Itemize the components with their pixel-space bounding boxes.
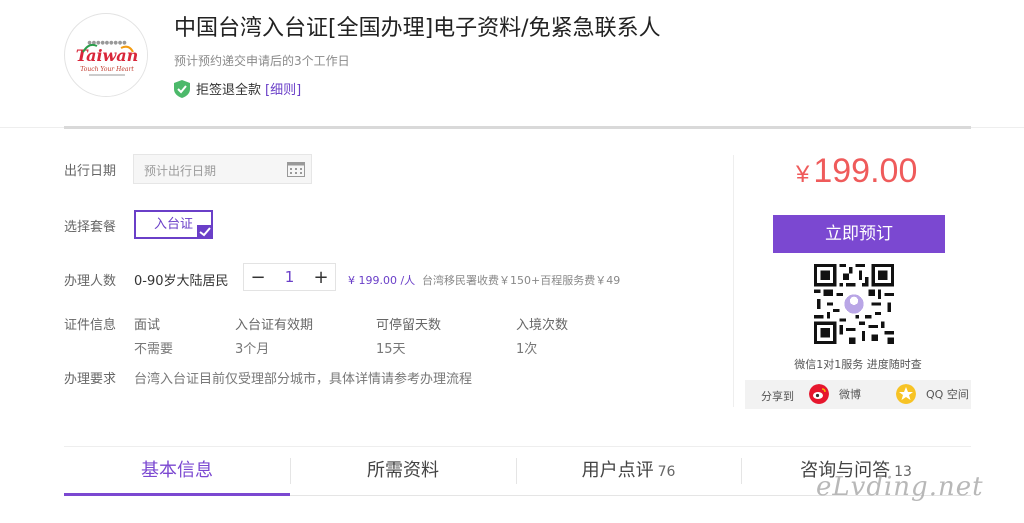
- weibo-icon: [809, 384, 829, 404]
- tab-basic-info[interactable]: 基本信息: [64, 456, 290, 486]
- qr-caption: 微信1对1服务 进度随时查: [794, 358, 922, 371]
- tab-basic-info-label: 基本信息: [141, 460, 213, 481]
- weibo-label: 微博: [839, 388, 861, 401]
- section-divider: [64, 126, 971, 129]
- price: ¥199.00: [796, 152, 917, 191]
- taiwan-logo-icon: ●●●●●●●●● Taiwan Touch Your Heart: [66, 15, 147, 96]
- tab-user-reviews[interactable]: 用户点评 76: [516, 456, 741, 486]
- person-type: 0-90岁大陆居民: [134, 274, 229, 289]
- product-header: ●●●●●●●●● Taiwan Touch Your Heart 中国台湾入台…: [0, 0, 1024, 128]
- qzone-label: QQ 空间: [926, 388, 969, 401]
- share-weibo[interactable]: 微博: [809, 384, 861, 404]
- quantity-value[interactable]: 1: [272, 268, 307, 286]
- cert-value-interview: 不需要: [134, 342, 174, 357]
- logo-slogan: Touch Your Heart: [80, 66, 134, 73]
- taiwan-logo: ●●●●●●●●● Taiwan Touch Your Heart: [64, 13, 148, 97]
- product-title: 中国台湾入台证[全国办理]电子资料/免紧急联系人: [174, 16, 661, 41]
- persons-label: 办理人数: [64, 274, 117, 289]
- tab-required-docs[interactable]: 所需资料: [290, 456, 516, 486]
- product-subtitle: 预计预约递交申请后的3个工作日: [174, 54, 350, 68]
- package-option-label: 入台证: [153, 217, 193, 232]
- unit-price: ¥ 199.00 /人: [348, 274, 416, 287]
- cert-value-validity: 3个月: [235, 342, 270, 357]
- tab-required-docs-label: 所需资料: [367, 460, 439, 481]
- package-label: 选择套餐: [64, 220, 117, 235]
- wechat-qr-code: [814, 264, 894, 344]
- watermark: eLvding.net: [816, 472, 984, 502]
- active-tab-indicator: [64, 493, 290, 496]
- refund-detail-link[interactable]: [细则]: [265, 79, 301, 98]
- cert-value-stay: 15天: [376, 342, 406, 357]
- cert-head-validity: 入台证有效期: [235, 318, 314, 333]
- cert-head-interview: 面试: [134, 318, 161, 333]
- travel-date-input[interactable]: 预计出行日期: [133, 154, 312, 184]
- quantity-stepper: − 1 +: [243, 263, 336, 291]
- currency-symbol: ¥: [796, 161, 810, 188]
- cert-value-entries: 1次: [516, 342, 538, 357]
- increment-button[interactable]: +: [307, 264, 335, 290]
- share-qzone[interactable]: QQ 空间: [896, 384, 969, 404]
- requirement-text: 台湾入台证目前仅受理部分城市，具体详情请参考办理流程: [134, 372, 473, 387]
- calendar-icon[interactable]: [287, 161, 305, 177]
- shield-check-icon: [174, 79, 190, 98]
- requirement-label: 办理要求: [64, 372, 117, 387]
- cert-info-label: 证件信息: [64, 318, 117, 333]
- cert-head-entries: 入境次数: [516, 318, 569, 333]
- cert-head-stay: 可停留天数: [376, 318, 442, 333]
- date-placeholder: 预计出行日期: [144, 164, 217, 178]
- date-label: 出行日期: [64, 164, 117, 179]
- qzone-star-icon: [896, 384, 916, 404]
- price-value: 199.00: [813, 152, 918, 190]
- fee-breakdown: 台湾移民署收费￥150+百程服务费￥49: [422, 274, 621, 287]
- panel-divider: [733, 155, 734, 407]
- tab-user-reviews-label: 用户点评: [581, 460, 654, 481]
- decrement-button[interactable]: −: [244, 264, 272, 290]
- share-bar: 分享到 微博 QQ 空间: [745, 380, 971, 409]
- refund-label: 拒签退全款: [196, 83, 262, 98]
- book-now-button[interactable]: 立即预订: [773, 215, 945, 253]
- share-label: 分享到: [761, 390, 794, 403]
- review-count: 76: [657, 464, 676, 480]
- refund-guarantee: 拒签退全款 [细则]: [174, 79, 301, 98]
- package-option-selected[interactable]: 入台证: [134, 210, 213, 239]
- tabs-top-border: [64, 446, 971, 447]
- check-icon: [197, 225, 213, 239]
